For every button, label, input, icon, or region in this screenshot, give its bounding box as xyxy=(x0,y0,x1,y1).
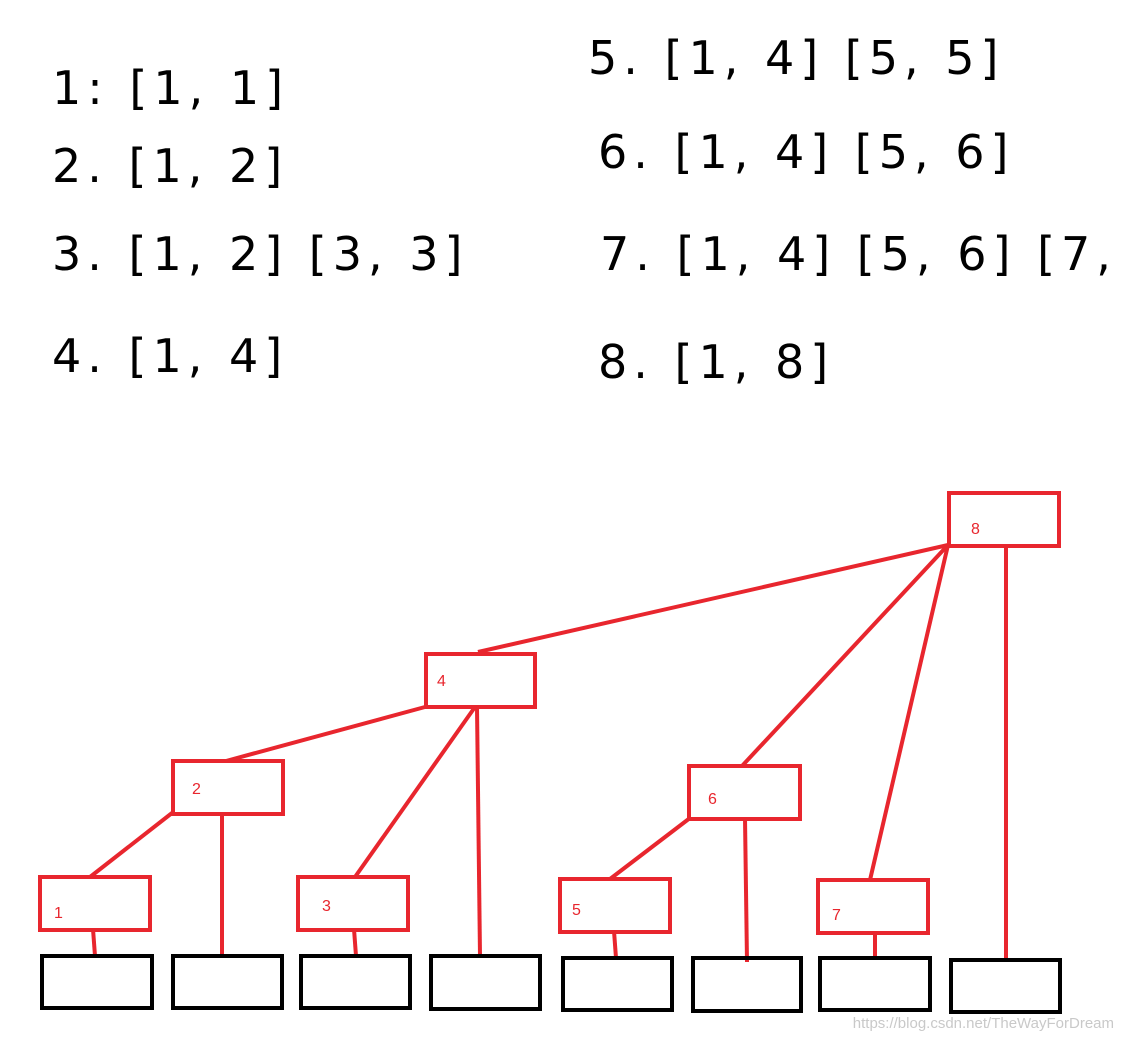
leaf-2 xyxy=(171,954,284,1010)
edge-3-leaf3 xyxy=(352,928,358,957)
tree-nodes xyxy=(38,491,1061,935)
note-6: 6. [1, 4] [5, 6] xyxy=(598,125,1014,179)
note-7: 7. [1, 4] [5, 6] [7, 7] xyxy=(600,227,1126,281)
node-1-box xyxy=(38,875,152,932)
note-1: 1: [1, 1] xyxy=(52,61,289,115)
edge-8-6 xyxy=(740,543,950,768)
notes-left: 1: [1, 1] 2. [1, 2] 3. [1, 2] [3, 3] 4. … xyxy=(52,61,468,383)
note-8: 8. [1, 8] xyxy=(598,335,834,389)
tree-diagram: 1: [1, 1] 2. [1, 2] 3. [1, 2] [3, 3] 4. … xyxy=(38,31,1126,1032)
node-8-box xyxy=(947,491,1061,548)
leaf-3 xyxy=(299,954,412,1010)
leaf-1 xyxy=(40,954,154,1010)
node-6-box xyxy=(687,764,802,821)
node-2-box xyxy=(171,759,285,816)
node-6-label: 6 xyxy=(708,791,717,808)
edge-4-3 xyxy=(353,705,477,879)
leaf-row xyxy=(40,954,1062,1014)
note-3: 3. [1, 2] [3, 3] xyxy=(52,227,468,281)
node-1-label: 1 xyxy=(54,905,63,922)
node-7-label: 7 xyxy=(832,907,841,924)
node-3-box xyxy=(296,875,410,932)
edge-2-1 xyxy=(88,811,174,879)
notes-right: 5. [1, 4] [5, 5] 6. [1, 4] [5, 6] 7. [1,… xyxy=(588,31,1126,389)
leaf-7 xyxy=(818,956,932,1012)
note-4: 4. [1, 4] xyxy=(52,329,288,383)
edge-5-leaf5 xyxy=(612,930,618,959)
node-2-label: 2 xyxy=(192,781,201,798)
edge-8-4 xyxy=(477,543,949,654)
node-5-label: 5 xyxy=(572,902,581,919)
node-8-label: 8 xyxy=(971,521,980,538)
note-2: 2. [1, 2] xyxy=(52,139,288,193)
leaf-4 xyxy=(429,954,542,1011)
node-4-label: 4 xyxy=(437,673,446,690)
leaf-5 xyxy=(561,956,674,1012)
leaf-8 xyxy=(949,958,1062,1014)
edge-6-5 xyxy=(608,816,692,881)
edge-4-leaf4 xyxy=(475,706,482,957)
tree-labels: 8 4 2 6 1 3 5 7 xyxy=(54,521,980,924)
note-5: 5. [1, 4] [5, 5] xyxy=(588,31,1004,85)
node-3-label: 3 xyxy=(322,898,331,915)
edge-6-leaf6 xyxy=(743,817,749,963)
watermark: https://blog.csdn.net/TheWayForDream xyxy=(853,1015,1114,1032)
leaf-6 xyxy=(691,956,803,1013)
edge-1-leaf1 xyxy=(91,928,97,957)
edge-8-7 xyxy=(868,544,950,881)
edge-4-2 xyxy=(225,705,426,763)
